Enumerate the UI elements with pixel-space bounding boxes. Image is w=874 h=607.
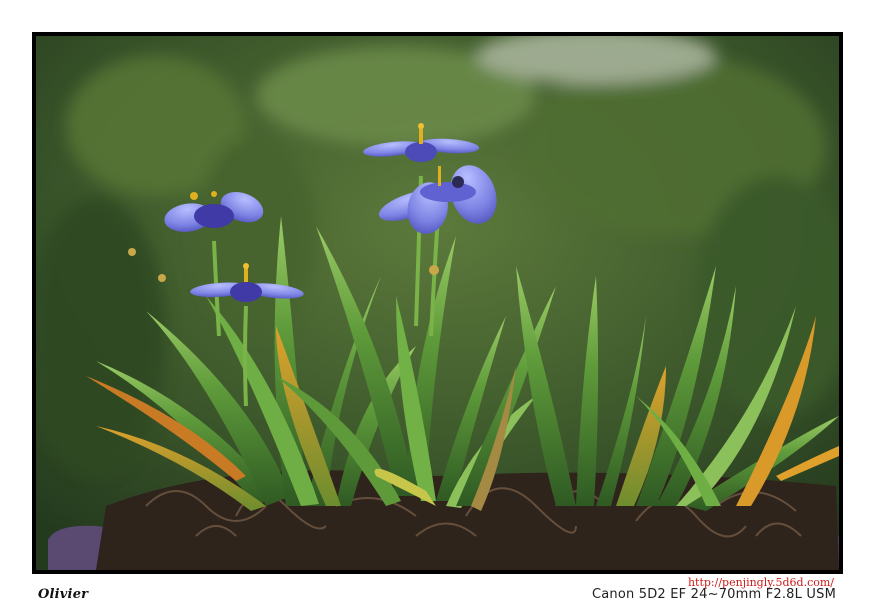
photo-page: Olivier http://penjingly.5d6d.com/ Canon… [0, 0, 874, 607]
flower-photo [36, 36, 839, 570]
camera-info: Canon 5D2 EF 24~70mm F2.8L USM [591, 587, 836, 602]
author-signature: Olivier [38, 587, 89, 602]
flower-photo-illustration [36, 36, 839, 570]
photo-frame [32, 32, 843, 574]
